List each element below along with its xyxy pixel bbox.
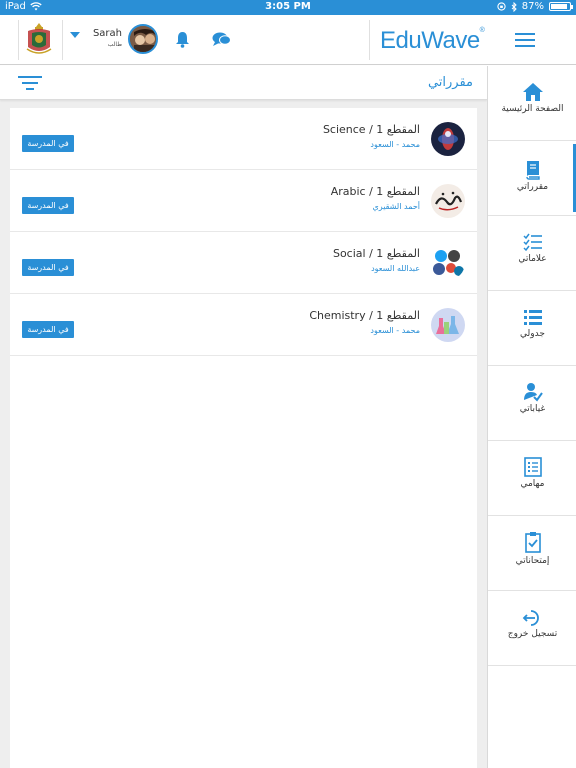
- sidebar-item-courses[interactable]: مقرراتي: [488, 141, 576, 216]
- notifications-bell-icon[interactable]: [175, 31, 190, 48]
- avatar-photo-icon: [130, 26, 156, 52]
- national-crest-icon: [26, 23, 52, 54]
- sidebar-item-home[interactable]: الصفحة الرئيسية: [488, 66, 576, 141]
- course-list: Science / المقطع 1 محمد - السعود في المد…: [10, 108, 477, 768]
- sidebar-item-label: علاماتي: [518, 254, 547, 264]
- battery-icon: [549, 2, 573, 11]
- sidebar-item-exams[interactable]: إمتحاناتي: [488, 516, 576, 591]
- science-thumbnail-icon: [431, 122, 465, 156]
- sidebar-item-tasks[interactable]: مهامي: [488, 441, 576, 516]
- sidebar-item-label: مهامي: [520, 479, 545, 489]
- avatar[interactable]: [128, 24, 158, 54]
- arabic-thumbnail-icon: [431, 184, 465, 218]
- sidebar-item-label: جدولي: [520, 329, 545, 339]
- course-row-social[interactable]: Social / المقطع 1 عبدالله السعود في المد…: [10, 232, 477, 294]
- status-right: 87%: [497, 1, 573, 12]
- checklist-icon: [523, 233, 542, 252]
- sidebar-item-label: غياباتي: [519, 404, 546, 414]
- menu-hamburger-icon[interactable]: [515, 33, 535, 47]
- eduwave-logo: EduWave®: [380, 27, 485, 55]
- user-name: Sarah: [92, 28, 122, 39]
- page-title: مقرراتي: [427, 75, 473, 90]
- course-name: Chemistry / المقطع 1: [309, 309, 420, 322]
- status-badge[interactable]: في المدرسة: [22, 259, 74, 276]
- status-badge[interactable]: في المدرسة: [22, 135, 74, 152]
- user-check-icon: [524, 383, 543, 402]
- user-role: طالب: [107, 41, 122, 48]
- logo-edu: Edu: [380, 27, 422, 54]
- header-divider: [18, 20, 19, 60]
- sidebar: الصفحة الرئيسية مقرراتي علاماتي جدولي غي…: [487, 66, 576, 768]
- messages-chat-icon[interactable]: [212, 31, 231, 47]
- logo-mark: ®: [479, 27, 485, 34]
- header-divider: [369, 20, 370, 60]
- header-divider: [62, 20, 63, 60]
- sidebar-item-absences[interactable]: غياباتي: [488, 366, 576, 441]
- status-bar: iPad 3:05 PM 87%: [0, 0, 576, 15]
- course-name: Social / المقطع 1: [332, 247, 420, 260]
- battery-fill: [551, 4, 567, 9]
- status-badge[interactable]: في المدرسة: [22, 197, 74, 214]
- clock: 3:05 PM: [265, 1, 311, 12]
- app-header: Sarah طالب EduWave®: [0, 15, 576, 65]
- tasks-icon: [524, 457, 542, 477]
- bluetooth-icon: [511, 1, 517, 12]
- user-menu-caret-icon[interactable]: [70, 32, 80, 38]
- chemistry-thumbnail-icon: [431, 308, 465, 342]
- course-teacher: أحمد الشقيري: [372, 202, 420, 211]
- course-row-arabic[interactable]: Arabic / المقطع 1 أحمد الشقيري في المدرس…: [10, 170, 477, 232]
- logout-icon: [522, 610, 539, 626]
- sidebar-item-label: إمتحاناتي: [515, 556, 550, 566]
- page-title-bar: مقرراتي: [0, 66, 487, 100]
- clipboard-check-icon: [525, 532, 541, 553]
- course-name: Science / المقطع 1: [322, 123, 420, 136]
- status-badge[interactable]: في المدرسة: [22, 321, 74, 338]
- sidebar-item-schedule[interactable]: جدولي: [488, 291, 576, 366]
- course-name: Arabic / المقطع 1: [330, 185, 420, 198]
- book-icon: [526, 161, 540, 180]
- course-row-chemistry[interactable]: Chemistry / المقطع 1 محمد - السعود في ال…: [10, 294, 477, 356]
- course-teacher: عبدالله السعود: [371, 264, 420, 273]
- logo-wave: Wave: [421, 27, 480, 54]
- social-thumbnail-icon: [431, 246, 465, 280]
- battery-percent: 87%: [521, 1, 544, 12]
- filter-icon[interactable]: [18, 76, 42, 92]
- sidebar-item-grades[interactable]: علاماتي: [488, 216, 576, 291]
- rotation-lock-icon: [497, 2, 506, 11]
- sidebar-item-logout[interactable]: تسجيل خروج: [488, 591, 576, 666]
- home-icon: [523, 83, 543, 101]
- list-icon: [524, 310, 542, 325]
- sidebar-item-label: مقرراتي: [516, 182, 549, 192]
- sidebar-item-label: تسجيل خروج: [507, 629, 558, 639]
- course-teacher: محمد - السعود: [370, 326, 420, 335]
- main-content: مقرراتي Science / المقطع 1 محمد - السعود…: [0, 66, 487, 768]
- course-row-science[interactable]: Science / المقطع 1 محمد - السعود في المد…: [10, 108, 477, 170]
- course-teacher: محمد - السعود: [370, 140, 420, 149]
- sidebar-item-label: الصفحة الرئيسية: [501, 104, 564, 114]
